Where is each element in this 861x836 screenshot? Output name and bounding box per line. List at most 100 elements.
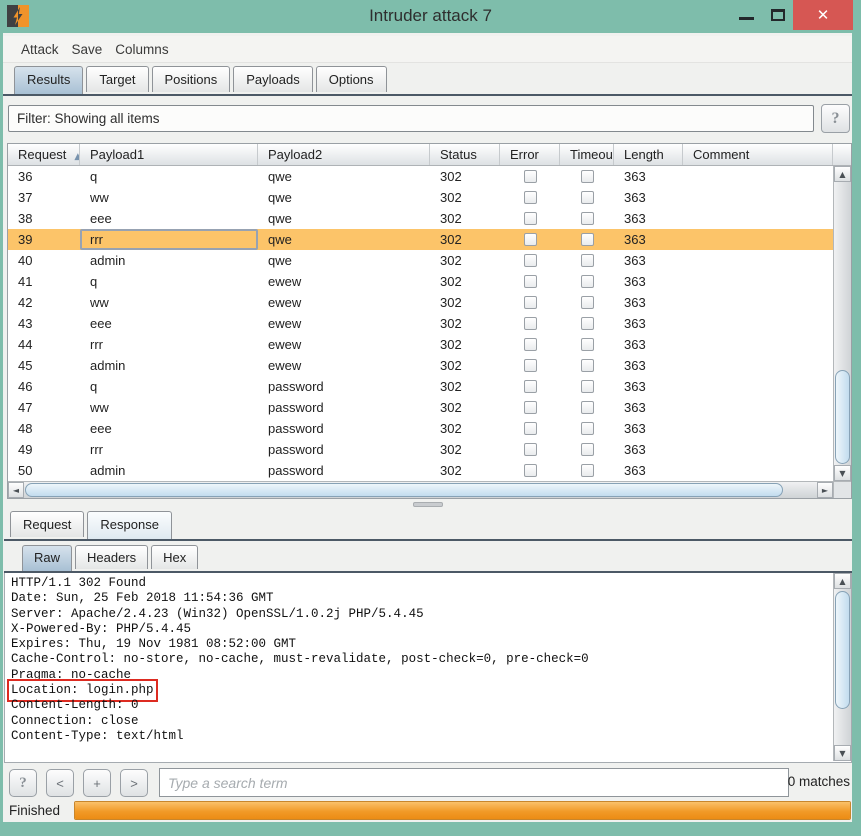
tab-options[interactable]: Options bbox=[316, 66, 387, 92]
search-previous-button[interactable]: < bbox=[46, 769, 74, 797]
cell-length: 363 bbox=[614, 292, 683, 313]
cell-payload2: ewew bbox=[258, 334, 430, 355]
scroll-left-icon[interactable]: ◄ bbox=[8, 482, 24, 498]
table-vertical-scrollbar[interactable]: ▲ ▼ bbox=[833, 166, 851, 481]
table-row-request-50[interactable]: 50adminpassword302363 bbox=[8, 460, 833, 481]
column-header-length[interactable]: Length bbox=[614, 144, 683, 165]
timeout-checkbox[interactable] bbox=[581, 443, 594, 456]
tab-target[interactable]: Target bbox=[86, 66, 148, 92]
error-checkbox[interactable] bbox=[524, 254, 537, 267]
cell-request: 42 bbox=[8, 292, 80, 313]
table-row-request-39[interactable]: 39rrrqwe302363 bbox=[8, 229, 833, 250]
timeout-checkbox[interactable] bbox=[581, 380, 594, 393]
cell-payload2: qwe bbox=[258, 229, 430, 250]
table-row-request-46[interactable]: 46qpassword302363 bbox=[8, 376, 833, 397]
tab-results[interactable]: Results bbox=[14, 66, 83, 94]
table-row-request-43[interactable]: 43eeeewew302363 bbox=[8, 313, 833, 334]
timeout-checkbox[interactable] bbox=[581, 296, 594, 309]
table-row-request-48[interactable]: 48eeepassword302363 bbox=[8, 418, 833, 439]
table-row-request-41[interactable]: 41qewew302363 bbox=[8, 271, 833, 292]
scroll-down-icon[interactable]: ▼ bbox=[834, 465, 851, 481]
table-row-request-44[interactable]: 44rrrewew302363 bbox=[8, 334, 833, 355]
timeout-checkbox[interactable] bbox=[581, 464, 594, 477]
tab-request[interactable]: Request bbox=[10, 511, 84, 537]
table-row-request-36[interactable]: 36qqwe302363 bbox=[8, 166, 833, 187]
progress-bar bbox=[74, 801, 851, 820]
cell-request: 46 bbox=[8, 376, 80, 397]
column-header-payload1[interactable]: Payload1 bbox=[80, 144, 258, 165]
tab-headers[interactable]: Headers bbox=[75, 545, 148, 569]
tab-response[interactable]: Response bbox=[87, 511, 172, 539]
error-checkbox[interactable] bbox=[524, 212, 537, 225]
timeout-checkbox[interactable] bbox=[581, 254, 594, 267]
table-horizontal-scrollbar[interactable]: ◄ ► bbox=[8, 482, 833, 498]
response-line: Server: Apache/2.4.23 (Win32) OpenSSL/1.… bbox=[11, 607, 424, 622]
column-header-status[interactable]: Status bbox=[430, 144, 500, 165]
search-input[interactable] bbox=[159, 768, 789, 797]
column-header-error[interactable]: Error bbox=[500, 144, 560, 165]
table-row-request-38[interactable]: 38eeeqwe302363 bbox=[8, 208, 833, 229]
tab-payloads[interactable]: Payloads bbox=[233, 66, 312, 92]
filter-help-button[interactable]: ? bbox=[821, 104, 850, 133]
scroll-down-icon[interactable]: ▼ bbox=[834, 745, 851, 761]
timeout-checkbox[interactable] bbox=[581, 191, 594, 204]
error-checkbox[interactable] bbox=[524, 422, 537, 435]
scroll-right-icon[interactable]: ► bbox=[817, 482, 833, 498]
horizontal-scrollbar-thumb[interactable] bbox=[25, 483, 783, 497]
column-header-timeout[interactable]: Timeout bbox=[560, 144, 614, 165]
table-row-request-47[interactable]: 47wwpassword302363 bbox=[8, 397, 833, 418]
timeout-checkbox[interactable] bbox=[581, 170, 594, 183]
timeout-checkbox[interactable] bbox=[581, 233, 594, 246]
cell-timeout bbox=[560, 460, 614, 481]
tab-positions[interactable]: Positions bbox=[152, 66, 231, 92]
error-checkbox[interactable] bbox=[524, 191, 537, 204]
maximize-button[interactable] bbox=[762, 0, 793, 30]
timeout-checkbox[interactable] bbox=[581, 275, 594, 288]
table-row-request-49[interactable]: 49rrrpassword302363 bbox=[8, 439, 833, 460]
minimize-button[interactable] bbox=[731, 0, 762, 30]
filter-bar[interactable]: Filter: Showing all items bbox=[8, 105, 814, 132]
timeout-checkbox[interactable] bbox=[581, 401, 594, 414]
error-checkbox[interactable] bbox=[524, 380, 537, 393]
timeout-checkbox[interactable] bbox=[581, 338, 594, 351]
error-checkbox[interactable] bbox=[524, 464, 537, 477]
column-header-request[interactable]: Request▲ bbox=[8, 144, 80, 165]
response-scrollbar-thumb[interactable] bbox=[835, 591, 850, 709]
title-bar[interactable]: Intruder attack 7 ✕ bbox=[0, 0, 861, 33]
column-header-payload2[interactable]: Payload2 bbox=[258, 144, 430, 165]
menu-item-columns[interactable]: Columns bbox=[115, 42, 168, 57]
close-button[interactable]: ✕ bbox=[793, 0, 853, 30]
response-vertical-scrollbar[interactable]: ▲ ▼ bbox=[833, 573, 851, 761]
timeout-checkbox[interactable] bbox=[581, 317, 594, 330]
table-scrollbar-thumb[interactable] bbox=[835, 370, 850, 464]
error-checkbox[interactable] bbox=[524, 443, 537, 456]
search-add-button[interactable]: + bbox=[83, 769, 111, 797]
timeout-checkbox[interactable] bbox=[581, 212, 594, 225]
error-checkbox[interactable] bbox=[524, 275, 537, 288]
menu-item-save[interactable]: Save bbox=[72, 42, 103, 57]
table-row-request-37[interactable]: 37wwqwe302363 bbox=[8, 187, 833, 208]
cell-payload2: password bbox=[258, 460, 430, 481]
timeout-checkbox[interactable] bbox=[581, 359, 594, 372]
error-checkbox[interactable] bbox=[524, 401, 537, 414]
scroll-up-icon[interactable]: ▲ bbox=[834, 573, 851, 589]
error-checkbox[interactable] bbox=[524, 170, 537, 183]
column-header-comment[interactable]: Comment bbox=[683, 144, 833, 165]
error-checkbox[interactable] bbox=[524, 317, 537, 330]
table-row-request-40[interactable]: 40adminqwe302363 bbox=[8, 250, 833, 271]
tab-hex[interactable]: Hex bbox=[151, 545, 198, 569]
search-next-button[interactable]: > bbox=[120, 769, 148, 797]
error-checkbox[interactable] bbox=[524, 359, 537, 372]
table-row-request-42[interactable]: 42wwewew302363 bbox=[8, 292, 833, 313]
error-checkbox[interactable] bbox=[524, 338, 537, 351]
search-help-button[interactable]: ? bbox=[9, 769, 37, 797]
table-row-request-45[interactable]: 45adminewew302363 bbox=[8, 355, 833, 376]
response-viewer[interactable]: HTTP/1.1 302 FoundDate: Sun, 25 Feb 2018… bbox=[4, 573, 852, 763]
panel-divider[interactable] bbox=[3, 499, 852, 510]
error-checkbox[interactable] bbox=[524, 233, 537, 246]
scroll-up-icon[interactable]: ▲ bbox=[834, 166, 851, 182]
menu-item-attack[interactable]: Attack bbox=[21, 42, 59, 57]
timeout-checkbox[interactable] bbox=[581, 422, 594, 435]
tab-raw[interactable]: Raw bbox=[22, 545, 72, 571]
error-checkbox[interactable] bbox=[524, 296, 537, 309]
